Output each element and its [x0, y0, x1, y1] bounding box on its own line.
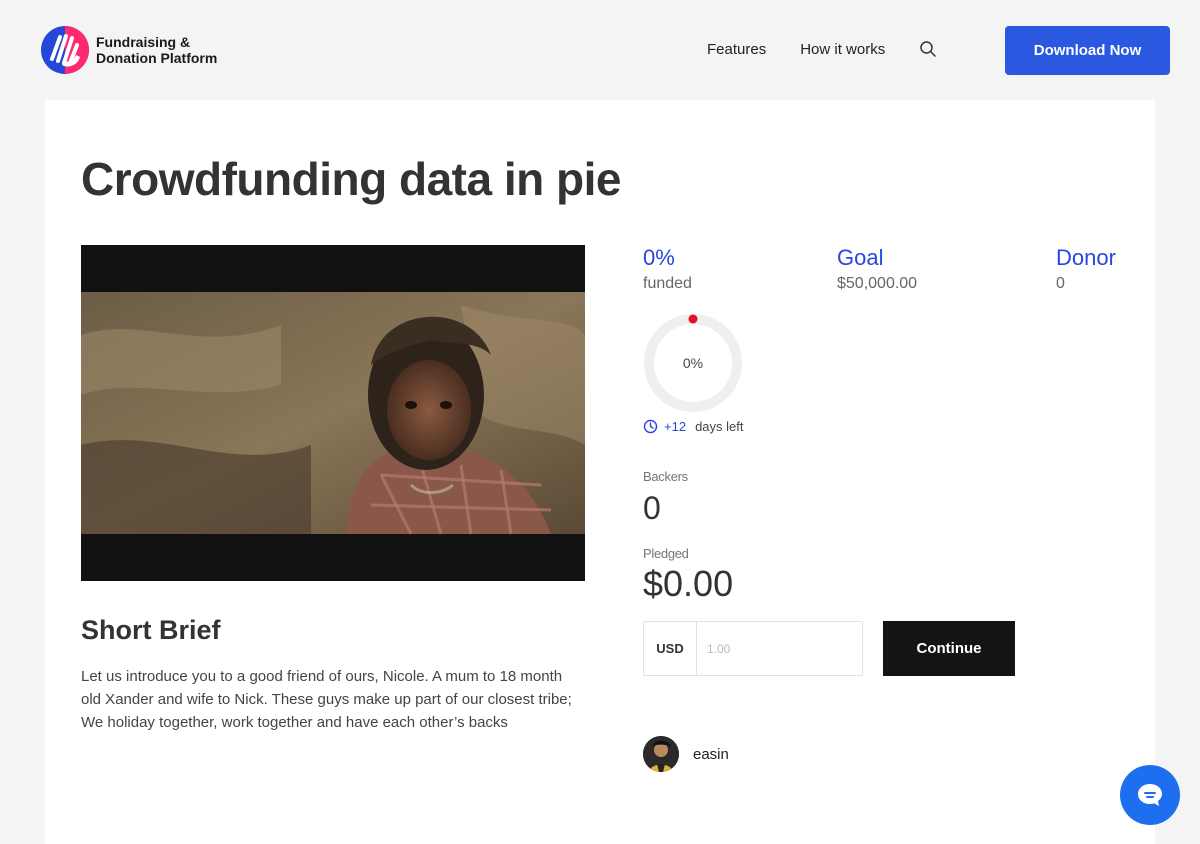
avatar: [643, 736, 679, 772]
page-title: Crowdfunding data in pie: [81, 153, 621, 205]
funded-value: 0%: [643, 245, 675, 270]
progress-label: 0%: [682, 355, 704, 371]
donor-heading: Donor: [1056, 245, 1116, 270]
clock-icon: [643, 419, 658, 434]
continue-button[interactable]: Continue: [883, 621, 1015, 676]
logo-line-1: Fundraising &: [96, 34, 191, 50]
campaign-card: Crowdfunding data in pie Short Brief Let…: [45, 100, 1155, 844]
chat-button[interactable]: [1120, 765, 1180, 825]
download-now-button[interactable]: Download Now: [1005, 26, 1170, 75]
goal-heading: Goal: [837, 245, 884, 270]
backers-value: 0: [643, 490, 661, 526]
logo-line-2: Donation Platform: [96, 50, 218, 66]
days-left: +12 days left: [643, 419, 743, 434]
goal-stat: Goal $50,000.00: [837, 245, 917, 293]
goal-amount: $50,000.00: [837, 275, 918, 292]
chat-icon: [1138, 784, 1162, 806]
site-header: Fundraising & Donation Platform Features…: [0, 0, 1200, 100]
nav-features[interactable]: Features: [707, 41, 766, 58]
campaign-author[interactable]: easin: [643, 736, 729, 772]
search-icon[interactable]: [919, 40, 937, 58]
backers-label: Backers: [643, 469, 688, 484]
days-left-label: days left: [695, 419, 744, 434]
short-brief-heading: Short Brief: [81, 615, 221, 645]
pledge-form: USD: [643, 621, 863, 676]
funded-label: funded: [643, 275, 692, 292]
site-logo[interactable]: Fundraising & Donation Platform: [40, 25, 217, 75]
short-brief-text: Let us introduce you to a good friend of…: [81, 668, 572, 731]
campaign-image[interactable]: [81, 245, 585, 581]
amount-input[interactable]: [697, 622, 862, 675]
pledged-value: $0.00: [643, 563, 734, 604]
donor-stat: Donor 0: [1056, 245, 1116, 293]
currency-label: USD: [644, 622, 697, 675]
funded-stat: 0% funded: [643, 245, 692, 293]
hands-logo-icon: [41, 26, 89, 74]
pledged-label: Pledged: [643, 546, 689, 561]
donor-count: 0: [1056, 275, 1065, 292]
nav-how-it-works[interactable]: How it works: [800, 41, 885, 58]
logo-text: Fundraising & Donation Platform: [96, 34, 217, 66]
days-left-number: +12: [664, 419, 687, 434]
main-nav: Features How it works: [707, 40, 937, 58]
author-name: easin: [693, 745, 729, 763]
